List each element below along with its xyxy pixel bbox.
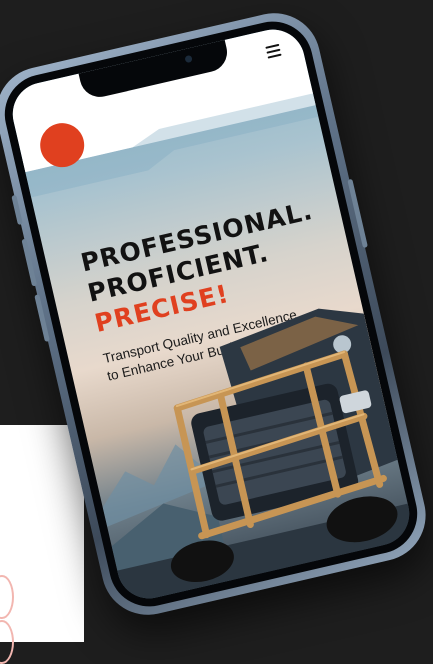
camera-icon [184, 54, 193, 64]
card-decoration [0, 620, 14, 664]
background-card [0, 425, 84, 664]
card-decoration [0, 575, 14, 619]
hamburger-menu-icon[interactable] [265, 43, 282, 59]
